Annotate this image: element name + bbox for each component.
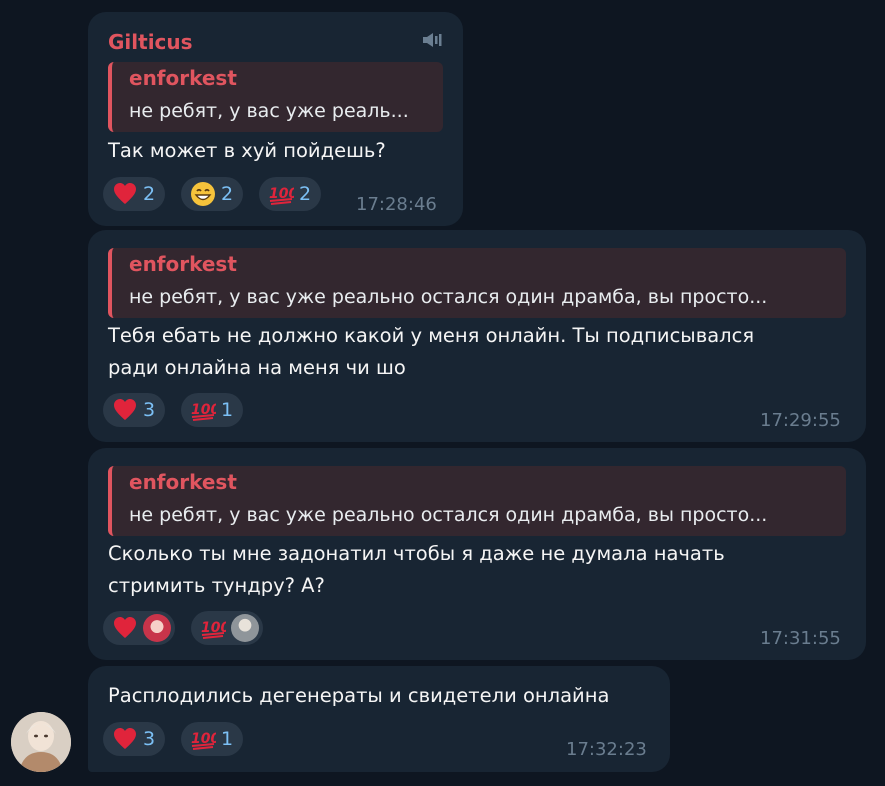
reply-quote[interactable]: enforkest не ребят, у вас уже реаль... [108,62,443,132]
heart-icon [112,726,138,752]
reaction-count: 2 [143,183,156,205]
message-timestamp: 17:28:46 [356,194,437,215]
reaction-count: 3 [143,399,156,421]
grinning-face-icon [190,181,216,207]
reaction-count: 2 [299,183,312,205]
reply-preview: не ребят, у вас уже реально остался один… [129,504,768,526]
reaction-hundred[interactable]: 100 [191,611,263,645]
message-bubble[interactable]: Gilticus enforkest не ребят, у вас уже р… [88,12,463,226]
reaction-grin[interactable]: 2 [181,177,244,211]
message-timestamp: 17:31:55 [760,628,841,649]
sender-avatar[interactable] [11,712,71,772]
sender-name[interactable]: Gilticus [108,30,193,54]
reaction-hundred[interactable]: 100 1 [181,722,244,756]
hundred-points-icon: 100 [190,726,220,752]
reactor-photo-avatar[interactable] [231,614,259,642]
reaction-heart[interactable]: 3 [103,722,166,756]
reaction-count: 1 [221,728,234,750]
reaction-heart[interactable] [103,611,175,645]
reaction-heart[interactable]: 2 [103,177,166,211]
heart-icon [112,397,138,423]
forward-icon[interactable] [422,32,442,52]
reaction-count: 2 [221,183,234,205]
reaction-count: 1 [221,399,234,421]
reply-author: enforkest [129,66,237,90]
reaction-count: 3 [143,728,156,750]
reaction-heart[interactable]: 3 [103,393,166,427]
hundred-points-icon: 100 [268,181,298,207]
reaction-hundred[interactable]: 100 1 [181,393,244,427]
message-text: стримить тундру? А? [108,574,325,597]
heart-icon [112,181,138,207]
message-text: Расплодились дегенераты и свидетели онла… [108,684,610,707]
message-bubble[interactable]: enforkest не ребят, у вас уже реально ос… [88,230,866,442]
reply-author: enforkest [129,252,237,276]
reaction-hundred[interactable]: 100 2 [259,177,322,211]
message-text: ради онлайна на меня чи шо [108,356,406,379]
reply-quote[interactable]: enforkest не ребят, у вас уже реально ос… [108,248,846,318]
hundred-points-icon: 100 [200,615,230,641]
heart-icon [112,615,138,641]
message-text: Сколько ты мне задонатил чтобы я даже не… [108,542,725,565]
message-bubble[interactable]: Расплодились дегенераты и свидетели онла… [88,666,670,772]
message-timestamp: 17:32:23 [566,739,647,760]
chat-view: Gilticus enforkest не ребят, у вас уже р… [0,0,885,786]
message-timestamp: 17:29:55 [760,410,841,431]
hundred-points-icon: 100 [190,397,220,423]
reply-preview: не ребят, у вас уже реально остался один… [129,286,768,308]
reply-preview: не ребят, у вас уже реаль... [129,100,409,122]
message-bubble[interactable]: enforkest не ребят, у вас уже реально ос… [88,448,866,660]
reply-quote[interactable]: enforkest не ребят, у вас уже реально ос… [108,466,846,536]
reply-author: enforkest [129,470,237,494]
message-text: Так может в хуй пойдешь? [108,139,386,162]
reactor-anime-avatar[interactable] [143,614,171,642]
message-text: Тебя ебать не должно какой у меня онлайн… [108,324,755,347]
